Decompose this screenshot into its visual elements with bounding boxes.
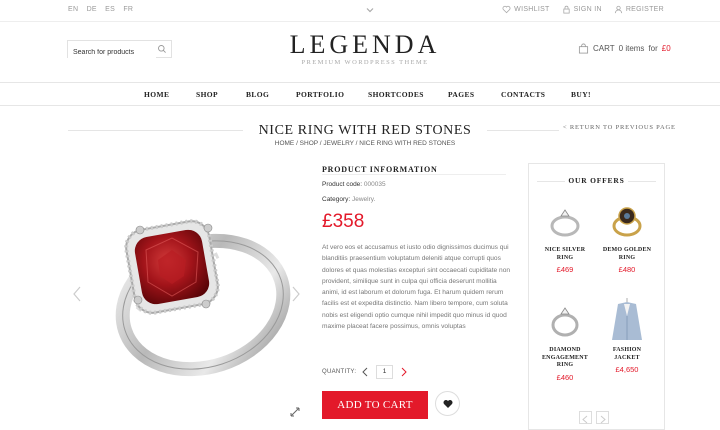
product-description: At vero eos et accusamus et iusto odio d…: [322, 244, 511, 331]
chevron-right-icon: [600, 415, 606, 424]
silver-ring-image: [550, 209, 580, 237]
offer-name-line: DIAMOND: [549, 347, 581, 353]
logo-name: LEGENDA: [289, 30, 441, 59]
title-divider-right: [487, 130, 559, 131]
page-title: NICE RING WITH RED STONES: [258, 123, 472, 138]
user-icon: [614, 5, 622, 14]
offer-name-line: DEMO GOLDEN: [602, 247, 652, 253]
info-divider: [322, 174, 506, 175]
cart-items: 0 items: [618, 44, 645, 53]
lang-en[interactable]: EN: [68, 6, 78, 13]
expand-icon[interactable]: [290, 407, 300, 417]
offers-next-button[interactable]: [596, 411, 609, 424]
site-logo[interactable]: LEGENDA PREMIUM WORDPRESS THEME: [240, 30, 490, 67]
diamond-ring-image: [551, 307, 579, 337]
offer-price: £460: [556, 372, 574, 382]
main-nav: HOME SHOP BLOG PORTFOLIO SHORTCODES PAGE…: [0, 82, 720, 106]
nav-home[interactable]: HOME: [144, 90, 169, 99]
offer-name-line: RING: [618, 254, 636, 261]
red-ring-image: [115, 219, 291, 377]
nav-buy[interactable]: BUY!: [571, 90, 591, 99]
offer-name-line: FASHION: [612, 347, 642, 353]
offer-price: £469: [556, 265, 574, 274]
chevron-left-icon: [582, 415, 588, 424]
heart-icon: [502, 5, 511, 14]
chevron-down-icon[interactable]: [365, 5, 375, 15]
search-input[interactable]: [68, 44, 156, 61]
cart-summary[interactable]: CART 0 items for £0: [578, 43, 671, 54]
offer-name-line: RING: [556, 362, 574, 368]
language-switcher: EN DE ES FR: [68, 6, 139, 13]
image-prev-arrow-icon[interactable]: [73, 286, 81, 302]
add-to-cart-button[interactable]: ADD TO CART: [322, 391, 428, 419]
quantity-field[interactable]: 1: [376, 365, 393, 379]
category-label: Category:: [322, 196, 351, 203]
cart-label: CART: [593, 44, 615, 53]
breadcrumb[interactable]: HOME / SHOP / JEWELRY / NICE RING WITH R…: [245, 140, 485, 147]
add-to-wishlist-button[interactable]: [435, 391, 460, 416]
register-label: REGISTER: [625, 6, 664, 13]
quantity-stepper: 1: [361, 365, 408, 379]
register-link[interactable]: REGISTER: [614, 5, 664, 14]
offer-name: NICE SILVER RING: [535, 247, 595, 262]
offers-widget: OUR OFFERS NICE SILVER RING £469 DEMO GO…: [528, 163, 665, 430]
nav-blog[interactable]: BLOG: [246, 90, 269, 99]
product-info-heading: PRODUCT INFORMATION: [322, 165, 438, 174]
search-icon[interactable]: [157, 44, 167, 54]
nav-contacts[interactable]: CONTACTS: [501, 90, 545, 99]
nav-shortcodes[interactable]: SHORTCODES: [368, 90, 424, 99]
top-bar: EN DE ES FR WISHLIST SIGN IN REGISTER: [0, 0, 720, 22]
jacket-image: [612, 298, 642, 340]
offer-price: £480: [618, 265, 636, 274]
offer-name-line: RING: [556, 254, 574, 261]
offer-item[interactable]: DIAMOND ENGAGEMENT RING £460: [535, 298, 595, 382]
offer-item[interactable]: DEMO GOLDEN RING £480: [597, 198, 657, 274]
lock-icon: [563, 5, 570, 14]
offer-name: DEMO GOLDEN RING: [597, 247, 657, 262]
offer-price: £4,650: [615, 365, 639, 374]
image-next-arrow-icon[interactable]: [292, 286, 300, 302]
search-box: [67, 40, 172, 61]
offers-pager: [579, 411, 609, 424]
offer-item[interactable]: FASHION JACKET £4,650: [597, 298, 657, 374]
product-price: £358: [322, 211, 365, 232]
heart-icon: [443, 400, 453, 408]
category-link[interactable]: Jewelry.: [352, 196, 375, 203]
wishlist-label: WISHLIST: [514, 6, 550, 13]
offer-name-line: JACKET: [614, 354, 640, 361]
shopping-bag-icon: [578, 43, 589, 54]
cart-total: £0: [661, 44, 671, 53]
product-image[interactable]: [68, 160, 308, 422]
offer-name: DIAMOND ENGAGEMENT RING: [535, 347, 595, 370]
offer-name: FASHION JACKET: [597, 347, 657, 362]
quantity-increase-icon[interactable]: [400, 366, 408, 378]
nav-pages[interactable]: PAGES: [448, 90, 474, 99]
lang-fr[interactable]: FR: [123, 6, 133, 13]
offers-prev-button[interactable]: [579, 411, 592, 424]
title-divider-left: [68, 130, 243, 131]
logo-tagline: PREMIUM WORDPRESS THEME: [301, 59, 429, 66]
nav-portfolio[interactable]: PORTFOLIO: [296, 90, 344, 99]
golden-ring-image: [612, 207, 642, 237]
lang-es[interactable]: ES: [105, 6, 115, 13]
offers-divider-right: [628, 181, 656, 182]
lang-de[interactable]: DE: [87, 6, 97, 13]
product-code-value: 000035: [363, 181, 386, 188]
wishlist-link[interactable]: WISHLIST: [502, 5, 549, 14]
quantity-decrease-icon[interactable]: [361, 366, 369, 378]
offer-name-line: ENGAGEMENT: [541, 354, 588, 361]
quantity-label: QUANTITY:: [322, 369, 357, 375]
return-to-previous-link[interactable]: < RETURN TO PREVIOUS PAGE: [563, 124, 676, 131]
product-code-label: Product code:: [322, 181, 363, 188]
product-code: Product code: 000035: [322, 181, 386, 188]
sign-in-link[interactable]: SIGN IN: [562, 5, 602, 14]
product-category: Category: Jewelry.: [322, 196, 375, 203]
offer-name-line: NICE SILVER: [544, 247, 586, 253]
cart-for: for: [648, 44, 658, 53]
offer-item[interactable]: NICE SILVER RING £469: [535, 198, 595, 274]
sign-in-label: SIGN IN: [573, 6, 602, 13]
nav-shop[interactable]: SHOP: [196, 90, 218, 99]
